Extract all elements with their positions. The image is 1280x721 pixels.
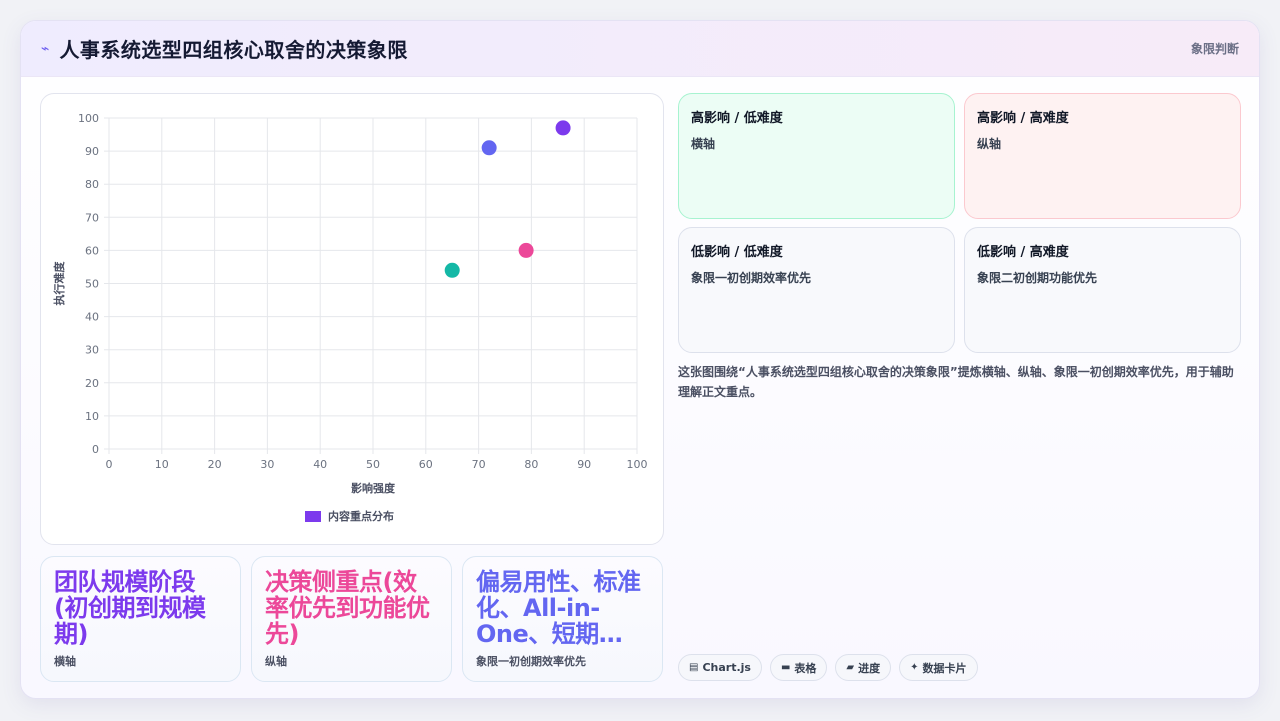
quadrant-desc: 象限二初创期功能优先 [977,271,1098,285]
chip-progress[interactable]: ▰ 进度 [835,654,892,681]
chip-label: 进度 [858,661,881,675]
x-tick-label: 100 [627,458,648,471]
quadrant-title: 低影响 / 低难度 [691,245,783,260]
quadrant-low-impact-high-difficulty: 低影响 / 高难度 象限二初创期功能优先 [964,227,1241,353]
stat-card-decision-focus: 决策侧重点(效率优先到功能优先) 纵轴 [251,556,452,682]
stat-value: 决策侧重点(效率优先到功能优先) [265,569,430,647]
page-title: 人事系统选型四组核心取舍的决策象限 [59,38,408,62]
stat-card-team-stage: 团队规模阶段(初创期到规模期) 横轴 [40,556,241,682]
quadrant-desc: 纵轴 [977,137,1002,151]
y-tick-label: 10 [85,410,99,423]
quadrant-high-impact-low-difficulty: 高影响 / 低难度 横轴 [678,93,955,219]
quadrant-title: 高影响 / 高难度 [977,111,1069,126]
stat-card-preference: 偏易用性、标准化、All-in-One、短期… 象限一初创期效率优先 [462,556,663,682]
data-point [481,140,497,156]
x-tick-label: 30 [260,458,274,471]
chart-description: 这张图围绕“人事系统选型四组核心取舍的决策象限”提炼横轴、纵轴、象限一初创期效率… [678,365,1234,399]
x-tick-label: 50 [366,458,380,471]
chip-chartjs[interactable]: ▤ Chart.js [678,654,762,681]
x-tick-label: 0 [106,458,113,471]
y-tick-label: 30 [85,344,99,357]
legend-label: 内容重点分布 [328,509,394,523]
x-tick-label: 70 [472,458,486,471]
x-tick-label: 20 [208,458,222,471]
x-axis-label: 影响强度 [351,481,396,495]
x-tick-label: 10 [155,458,169,471]
stat-label: 象限一初创期效率优先 [476,655,586,668]
data-point [444,262,460,278]
chart-icon: ▤ [689,662,699,673]
sparkle-icon: ✦ [910,662,919,673]
quadrant-high-impact-high-difficulty: 高影响 / 高难度 纵轴 [964,93,1241,219]
x-tick-label: 90 [577,458,591,471]
header: ⌁ 人事系统选型四组核心取舍的决策象限 象限判断 [21,21,1259,77]
scatter-chart-panel: 0 10 20 30 40 50 60 70 80 90 100 0 10 20 30 40 50 60 70 80 9… [40,93,664,545]
y-tick-label: 100 [78,112,99,125]
y-tick-label: 60 [85,244,99,257]
chip-label: 数据卡片 [922,661,967,675]
y-tick-label: 70 [85,211,99,224]
quadrant-title: 高影响 / 低难度 [691,111,783,126]
quadrant-desc: 象限一初创期效率优先 [691,271,812,285]
chip-data-card[interactable]: ✦ 数据卡片 [899,654,978,681]
chip-row: ▤ Chart.js ▬ 表格 ▰ 进度 ✦ 数据卡片 [678,654,978,681]
table-icon: ▬ [780,662,791,673]
y-tick-label: 50 [85,278,99,291]
main-card: ⌁ 人事系统选型四组核心取舍的决策象限 象限判断 0 10 20 30 40 50 60 70… [20,20,1260,699]
x-tick-label: 60 [419,458,433,471]
y-tick-label: 0 [92,443,99,456]
scatter-chart: 0 10 20 30 40 50 60 70 80 90 100 0 10 20 30 40 50 60 70 80 9… [52,112,648,523]
quadrant-title: 低影响 / 高难度 [977,245,1069,260]
header-tag: 象限判断 [1190,42,1239,56]
stat-label: 横轴 [54,655,76,668]
quadrant-desc: 横轴 [691,137,716,151]
chip-label: 表格 [794,661,817,675]
data-point [518,242,534,258]
x-tick-label: 80 [524,458,538,471]
y-tick-label: 40 [85,311,99,324]
y-axis-label: 执行难度 [52,261,66,306]
chip-label: Chart.js [702,661,751,674]
x-tick-label: 40 [313,458,327,471]
stat-label: 纵轴 [265,655,287,668]
legend-swatch [305,511,321,522]
y-tick-label: 20 [85,377,99,390]
data-point [555,120,571,136]
lightning-icon: ⌁ [41,40,50,57]
y-tick-label: 80 [85,178,99,191]
y-tick-label: 90 [85,145,99,158]
folder-icon: ▰ [846,662,855,673]
quadrant-low-impact-low-difficulty: 低影响 / 低难度 象限一初创期效率优先 [678,227,955,353]
stat-value: 团队规模阶段(初创期到规模期) [54,569,206,647]
stat-value: 偏易用性、标准化、All-in-One、短期… [476,569,641,647]
chip-table[interactable]: ▬ 表格 [769,654,828,681]
